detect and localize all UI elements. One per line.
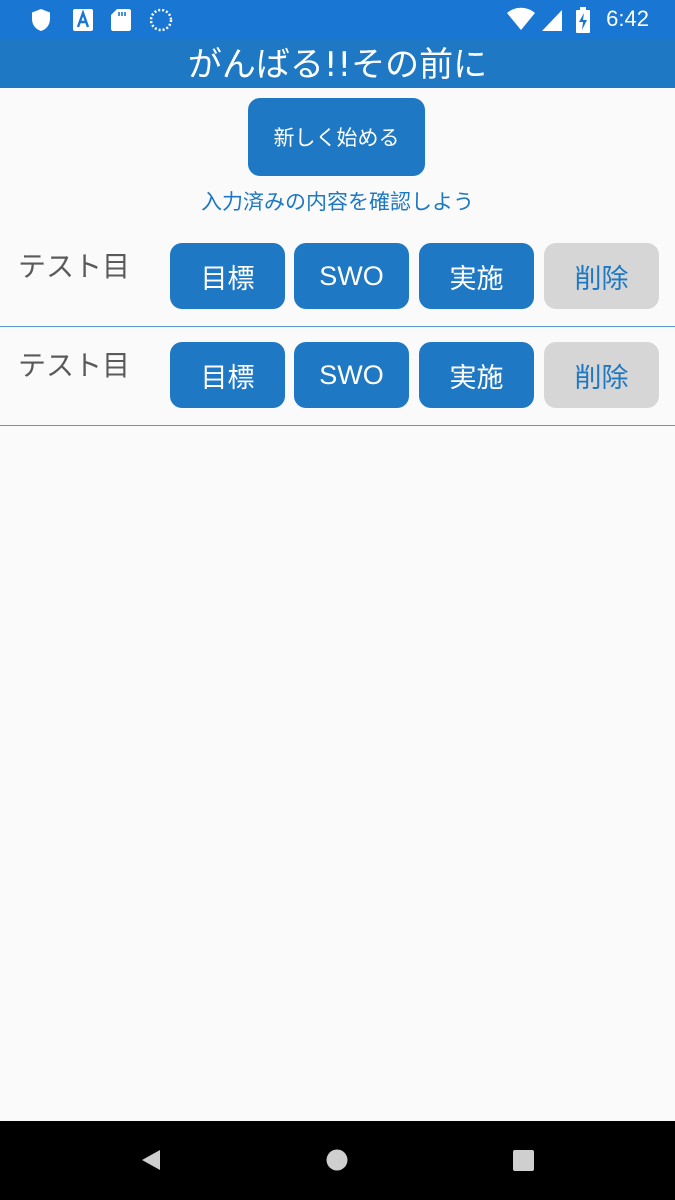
battery-charging-icon — [576, 7, 590, 37]
page-title: がんばる!!その前に — [187, 45, 488, 85]
shield-icon — [30, 8, 52, 36]
swo-button[interactable]: SWO — [294, 243, 409, 309]
swo-button[interactable]: SWO — [294, 342, 409, 408]
list-item: テスト目 目標 SWO 実施 削除 — [0, 227, 675, 327]
list-item-label: テスト目 — [18, 349, 131, 382]
delete-button[interactable]: 削除 — [544, 243, 659, 309]
home-icon[interactable] — [326, 1149, 348, 1175]
sync-circle-icon — [149, 8, 173, 36]
goal-button[interactable]: 目標 — [170, 243, 285, 309]
signal-icon — [540, 8, 564, 36]
back-icon[interactable] — [140, 1148, 162, 1176]
new-start-button[interactable]: 新しく始める — [248, 98, 425, 176]
app-bar: がんばる!!その前に — [0, 40, 675, 88]
wifi-icon — [506, 7, 536, 35]
navigation-bar — [0, 1121, 675, 1200]
sd-card-icon — [110, 8, 132, 36]
status-time: 6:42 — [606, 6, 649, 31]
status-bar: 6:42 — [0, 0, 675, 40]
hint-text: 入力済みの内容を確認しよう — [201, 190, 474, 214]
delete-button[interactable]: 削除 — [544, 342, 659, 408]
list-item-label: テスト目 — [18, 250, 131, 283]
font-a-icon — [72, 8, 94, 36]
implement-button[interactable]: 実施 — [419, 243, 534, 309]
goal-button[interactable]: 目標 — [170, 342, 285, 408]
implement-button[interactable]: 実施 — [419, 342, 534, 408]
recents-icon[interactable] — [513, 1150, 534, 1175]
list-item: テスト目 目標 SWO 実施 削除 — [0, 326, 675, 426]
